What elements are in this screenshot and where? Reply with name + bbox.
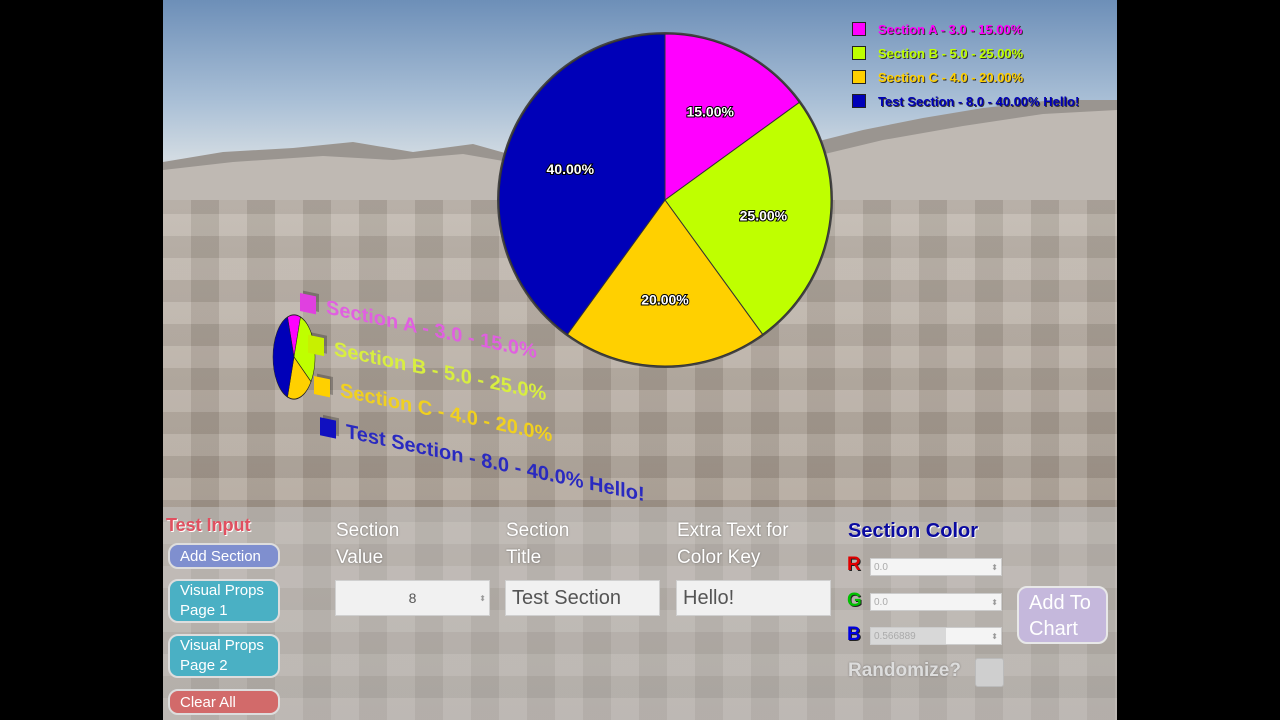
r-value-text: 0.0 xyxy=(874,561,888,573)
b-value-text: 0.566889 xyxy=(874,630,916,642)
legend-label: Section B - 5.0 - 25.00% xyxy=(878,45,1024,61)
spinner-icon[interactable]: ⬍ xyxy=(991,598,998,607)
clear-all-button[interactable]: Clear All xyxy=(168,689,280,715)
legend-label: Section A - 3.0 - 15.00% xyxy=(878,21,1023,37)
add-to-chart-label: Add To Chart xyxy=(1029,592,1091,640)
legend-swatch xyxy=(852,22,866,36)
pie-slice-label-0: 15.00% xyxy=(686,103,734,119)
legend-label: Test Section - 8.0 - 40.00% Hello! xyxy=(878,93,1080,109)
r-label: R xyxy=(847,554,861,575)
spinner-icon[interactable]: ⬍ xyxy=(991,632,998,641)
g-value-text: 0.0 xyxy=(874,596,888,608)
world-legend-cube xyxy=(314,375,330,398)
section-value-input[interactable]: 8 ⬍ xyxy=(335,580,490,616)
randomize-label: Randomize? xyxy=(848,660,961,681)
world-legend-cube xyxy=(320,417,336,439)
extra-text-label: Extra Text for Color Key xyxy=(677,520,789,568)
legend-item: Test Section - 8.0 - 40.00% Hello! xyxy=(852,89,1079,113)
r-value-input[interactable]: 0.0 ⬍ xyxy=(870,558,1002,576)
visual-props-page-1-button[interactable]: Visual Props Page 1 xyxy=(168,579,280,623)
legend-swatch xyxy=(852,94,866,108)
spinner-icon[interactable]: ⬍ xyxy=(479,594,486,603)
add-section-button[interactable]: Add Section xyxy=(168,543,280,569)
legend-label: Section C - 4.0 - 20.00% xyxy=(878,69,1024,85)
legend-item: Section B - 5.0 - 25.00% xyxy=(852,41,1079,65)
chart-legend: Section A - 3.0 - 15.00% Section B - 5.0… xyxy=(852,17,1079,113)
panel-title: Test Input xyxy=(166,515,251,535)
randomize-checkbox[interactable] xyxy=(975,658,1004,687)
pie-slice-label-2: 20.00% xyxy=(641,292,689,308)
extra-text-text: Hello! xyxy=(683,586,735,609)
pie-chart: 15.00% 25.00% 20.00% 40.00% xyxy=(497,32,833,368)
legend-swatch xyxy=(852,46,866,60)
b-label: B xyxy=(847,624,861,645)
world-legend-cube xyxy=(300,293,316,315)
world-legend-cube xyxy=(308,334,324,357)
section-value-text: 8 xyxy=(408,590,417,606)
test-input-panel: Test Input Add Section Visual Props Page… xyxy=(163,507,1117,720)
section-title-text: Test Section xyxy=(512,586,621,609)
legend-item: Section C - 4.0 - 20.00% xyxy=(852,65,1079,89)
section-value-label: Section Value xyxy=(336,520,400,568)
b-value-input[interactable]: 0.566889 ⬍ xyxy=(870,627,1002,645)
g-label: G xyxy=(847,590,862,611)
add-to-chart-button[interactable]: Add To Chart xyxy=(1017,586,1108,644)
section-title-input[interactable]: Test Section xyxy=(505,580,660,616)
extra-text-input[interactable]: Hello! xyxy=(676,580,831,616)
spinner-icon[interactable]: ⬍ xyxy=(991,563,998,572)
section-title-label: Section Title xyxy=(506,520,570,568)
pie-slice-label-3: 40.00% xyxy=(547,161,595,177)
legend-swatch xyxy=(852,70,866,84)
visual-props-page-2-button[interactable]: Visual Props Page 2 xyxy=(168,634,280,678)
g-value-input[interactable]: 0.0 ⬍ xyxy=(870,593,1002,611)
section-color-title: Section Color xyxy=(848,520,979,542)
legend-item: Section A - 3.0 - 15.00% xyxy=(852,17,1079,41)
pie-slice-label-1: 25.00% xyxy=(740,208,788,224)
